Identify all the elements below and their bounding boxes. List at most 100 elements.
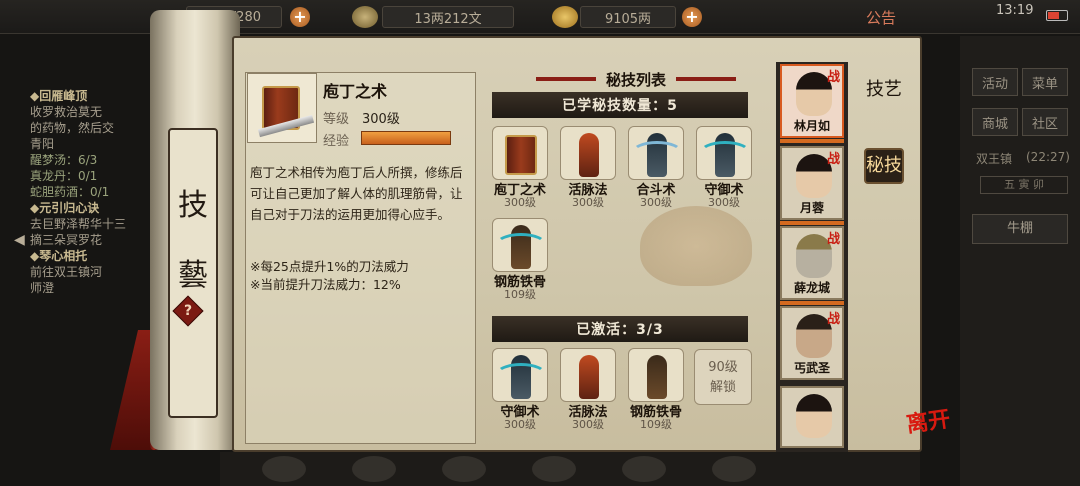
slash-effect-icon bbox=[631, 141, 683, 165]
bottom-nav-button[interactable] bbox=[712, 456, 756, 482]
game-clock-text: (22:27) bbox=[1026, 150, 1070, 164]
skill-list-header: 秘技列表 bbox=[500, 68, 772, 90]
npc-name: 牛棚 bbox=[1006, 221, 1033, 236]
quest-line: 去巨野泽帮华十三 bbox=[30, 217, 127, 231]
fighter-icon bbox=[647, 355, 667, 399]
npc-entry[interactable]: 牛棚 bbox=[972, 214, 1068, 244]
skill-note-2: ※当前提升刀法威力：12% bbox=[250, 277, 401, 292]
skill-tile-level: 300级 bbox=[504, 196, 536, 209]
unlock-label: 解锁 bbox=[709, 380, 736, 395]
activated-count-text: 已激活：3/3 bbox=[576, 322, 664, 338]
activated-banner: 已激活：3/3 bbox=[492, 316, 748, 342]
unlock-level-text: 90级 bbox=[708, 360, 738, 375]
learned-skill-tile[interactable]: 活脉法 300级 bbox=[558, 124, 618, 209]
quest-line: 摘三朵冥罗花 bbox=[30, 233, 103, 247]
locked-skill-slot[interactable]: 90级 解锁 bbox=[694, 349, 752, 405]
swirl-effect-icon bbox=[495, 233, 547, 257]
skill-art bbox=[492, 218, 548, 272]
character-card[interactable]: 战 丐武圣 bbox=[780, 306, 844, 380]
quest-log[interactable]: ◆回雁峰顶 收罗救治莫无 的药物，然后交 青阳 醒梦汤：6/3 真龙丹：0/1 … bbox=[30, 88, 170, 296]
skill-art bbox=[492, 126, 548, 180]
location-text: 双王镇 bbox=[976, 152, 1013, 166]
learned-count-text: 已学秘技数量：5 bbox=[562, 98, 678, 114]
quest-line: 前往双王镇河 bbox=[30, 265, 103, 279]
quest-item: 醒梦汤：6/3 bbox=[30, 153, 98, 167]
game-screen: 153/280 + 13两212文 9105两 + 公告 13:19 ◆回雁峰顶… bbox=[0, 0, 1080, 486]
time-period-bar: 五 寅 卯 bbox=[980, 176, 1068, 194]
fighter-icon bbox=[579, 133, 599, 177]
skill-tile-level: 300级 bbox=[708, 196, 740, 209]
activity-button[interactable]: 活动 bbox=[972, 68, 1018, 96]
add-silver-button[interactable]: + bbox=[682, 7, 702, 27]
battle-badge: 战 bbox=[826, 70, 840, 85]
character-name: 薛龙城 bbox=[793, 281, 830, 295]
battery-icon bbox=[1046, 10, 1068, 21]
quest-line: 收罗救治莫无 bbox=[30, 105, 103, 119]
skill-tile-level: 109级 bbox=[504, 288, 536, 301]
bottom-nav-button[interactable] bbox=[352, 456, 396, 482]
bottom-nav-button[interactable] bbox=[442, 456, 486, 482]
silver-ingot-icon bbox=[552, 6, 578, 28]
character-name: 月蓉 bbox=[799, 201, 824, 215]
tab-skills[interactable]: 技艺 bbox=[864, 78, 904, 102]
swirl-effect-icon bbox=[495, 363, 547, 387]
scroll-title-char-2: 藝 bbox=[178, 258, 208, 293]
character-hp-bar bbox=[780, 301, 844, 305]
character-hp-bar bbox=[780, 221, 844, 225]
bottom-nav-button[interactable] bbox=[532, 456, 576, 482]
swirl-effect-icon bbox=[699, 141, 751, 165]
learned-skill-tile[interactable]: 钢筋铁骨 109级 bbox=[490, 216, 550, 301]
add-stamina-button[interactable]: + bbox=[290, 7, 310, 27]
teapot-decoration bbox=[640, 206, 752, 286]
quest-line: 师澄 bbox=[30, 281, 55, 295]
fighter-icon bbox=[579, 355, 599, 399]
bottom-nav-button[interactable] bbox=[622, 456, 666, 482]
exp-bar bbox=[361, 131, 451, 145]
activated-skill-slot[interactable]: 守御术 300级 bbox=[490, 346, 550, 431]
quest-item: 蛇胆药酒：0/1 bbox=[30, 185, 110, 199]
learned-skill-tile[interactable]: 合斗术 300级 bbox=[626, 124, 686, 209]
character-name: 林月如 bbox=[793, 119, 830, 133]
skill-note-1: ※每25点提升1%的刀法威力 bbox=[250, 259, 409, 274]
community-button[interactable]: 社区 bbox=[1022, 108, 1068, 136]
skill-art bbox=[492, 348, 548, 402]
tab-secret-skills[interactable]: 秘技 bbox=[864, 148, 904, 184]
activated-skill-slot[interactable]: 钢筋铁骨 109级 bbox=[626, 346, 686, 431]
character-card[interactable]: 战 月蓉 bbox=[780, 146, 844, 220]
collapse-arrow-icon[interactable]: ◀ bbox=[14, 232, 25, 248]
activated-skill-slot[interactable]: 活脉法 300级 bbox=[558, 346, 618, 431]
shop-button[interactable]: 商城 bbox=[972, 108, 1018, 136]
character-card-selected[interactable]: 战 林月如 bbox=[780, 64, 844, 138]
quest-title: ◆琴心相托 bbox=[30, 249, 88, 263]
skill-description: 庖丁之术相传为庖丁后人所撰，修练后可让自己更加了解人体的肌理筋骨，让自己对于刀法… bbox=[250, 165, 463, 222]
skill-tile-level: 300级 bbox=[504, 418, 536, 431]
skill-tile-level: 300级 bbox=[572, 418, 604, 431]
menu-button[interactable]: 菜单 bbox=[1022, 68, 1068, 96]
skill-art bbox=[696, 126, 752, 180]
skill-art bbox=[560, 348, 616, 402]
character-portrait bbox=[796, 394, 832, 438]
battle-badge: 战 bbox=[826, 152, 840, 167]
skill-list-title: 秘技列表 bbox=[605, 70, 666, 89]
level-value: 300级 bbox=[362, 112, 400, 127]
character-card[interactable]: 战 薛龙城 bbox=[780, 226, 844, 300]
quest-item: 真龙丹：0/1 bbox=[30, 169, 98, 183]
clock-text: 13:19 bbox=[996, 3, 1034, 18]
character-card[interactable] bbox=[780, 386, 844, 448]
skill-name: 庖丁之术 bbox=[323, 82, 388, 101]
help-icon: ? bbox=[183, 303, 193, 319]
scroll-title-char-1: 技 bbox=[178, 188, 208, 223]
bottom-nav-button[interactable] bbox=[262, 456, 306, 482]
skill-art bbox=[628, 126, 684, 180]
learned-skill-tile[interactable]: 庖丁之术 300级 bbox=[490, 124, 550, 209]
money-counter: 13两212文 bbox=[382, 6, 514, 28]
skill-tile-level: 109级 bbox=[640, 418, 672, 431]
leave-button[interactable]: 离开 bbox=[904, 401, 952, 439]
skill-tile-level: 300级 bbox=[572, 196, 604, 209]
level-label: 等级 bbox=[323, 112, 350, 127]
notice-button[interactable]: 公告 bbox=[866, 7, 896, 28]
money-value: 13两212文 bbox=[414, 11, 482, 27]
learned-skill-tile[interactable]: 守御术 300级 bbox=[694, 124, 754, 209]
skill-tile-level: 300级 bbox=[640, 196, 672, 209]
quest-title: ◆回雁峰顶 bbox=[30, 89, 88, 103]
